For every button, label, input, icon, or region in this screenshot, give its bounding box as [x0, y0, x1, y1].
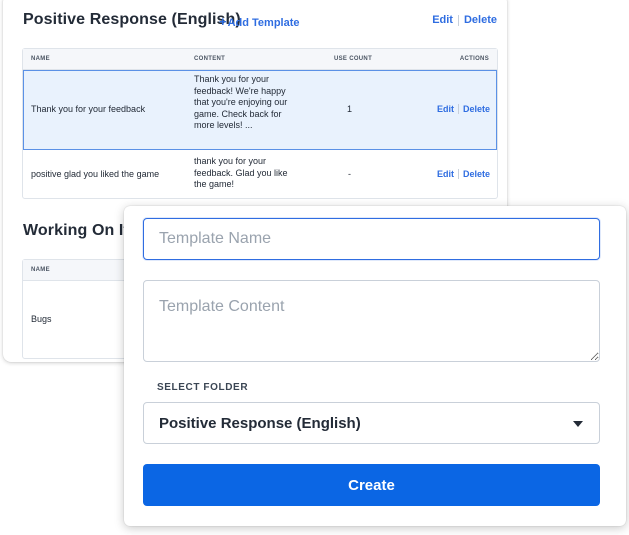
- delete-template-link[interactable]: Delete: [463, 104, 490, 114]
- create-template-panel: SELECT FOLDER Positive Response (English…: [124, 206, 626, 526]
- caret-down-icon: [573, 421, 583, 427]
- delete-template-link[interactable]: Delete: [463, 169, 490, 179]
- column-header-actions: ACTIONS: [459, 56, 489, 62]
- folder-header: Positive Response (English) +Add Templat…: [23, 11, 497, 33]
- add-template-link[interactable]: +Add Template: [219, 14, 300, 29]
- edit-folder-link[interactable]: Edit: [432, 14, 453, 26]
- plus-icon: +: [219, 14, 227, 29]
- templates-table: NAME CONTENT USE COUNT ACTIONS Thank you…: [22, 48, 498, 199]
- template-name: positive glad you liked the game: [31, 169, 160, 179]
- template-name-input[interactable]: [143, 218, 600, 260]
- template-content: thank you for your feedback. Glad you li…: [194, 156, 288, 190]
- select-folder-label: SELECT FOLDER: [157, 382, 249, 393]
- column-header-content: CONTENT: [194, 56, 226, 62]
- create-button[interactable]: Create: [143, 464, 600, 506]
- divider: [457, 104, 459, 114]
- template-name: Bugs: [31, 314, 52, 324]
- template-content-textarea[interactable]: [143, 280, 600, 362]
- use-count: 1: [347, 104, 353, 114]
- edit-template-link[interactable]: Edit: [437, 104, 454, 114]
- row-actions: Edit Delete: [437, 169, 490, 179]
- template-content: Thank you for your feedback! We're happy…: [194, 74, 288, 131]
- folder-select-value: Positive Response (English): [159, 415, 361, 432]
- folder-title: Positive Response (English): [23, 11, 241, 28]
- table-row[interactable]: positive glad you liked the game thank y…: [23, 150, 497, 198]
- divider: [457, 14, 459, 26]
- edit-template-link[interactable]: Edit: [437, 169, 454, 179]
- table-header: NAME CONTENT USE COUNT ACTIONS: [23, 49, 497, 70]
- column-header-name: NAME: [31, 267, 50, 273]
- column-header-name: NAME: [31, 56, 50, 62]
- divider: [457, 169, 459, 179]
- folder-select[interactable]: Positive Response (English): [143, 402, 600, 444]
- table-row[interactable]: Thank you for your feedback Thank you fo…: [23, 70, 497, 150]
- folder-actions: Edit Delete: [432, 14, 497, 26]
- row-actions: Edit Delete: [437, 104, 490, 114]
- column-header-use-count: USE COUNT: [334, 56, 373, 62]
- delete-folder-link[interactable]: Delete: [464, 14, 497, 26]
- use-count: -: [348, 169, 351, 179]
- template-name: Thank you for your feedback: [31, 104, 146, 114]
